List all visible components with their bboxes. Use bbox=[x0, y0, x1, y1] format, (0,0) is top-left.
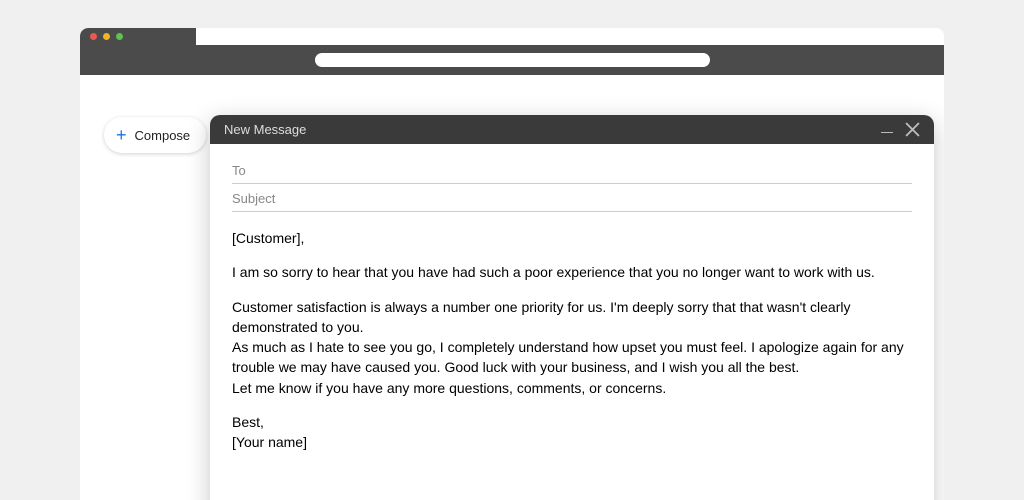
window-close-dot[interactable] bbox=[90, 33, 97, 40]
plus-icon: + bbox=[116, 126, 127, 144]
email-p1: I am so sorry to hear that you have had … bbox=[232, 262, 912, 282]
window-maximize-dot[interactable] bbox=[116, 33, 123, 40]
compose-label: Compose bbox=[135, 128, 191, 143]
to-field[interactable]: To bbox=[232, 156, 912, 184]
window-minimize-dot[interactable] bbox=[103, 33, 110, 40]
email-p2c: Let me know if you have any more questio… bbox=[232, 378, 912, 398]
email-body[interactable]: [Customer], I am so sorry to hear that y… bbox=[232, 228, 912, 453]
to-label: To bbox=[232, 163, 246, 178]
close-icon[interactable] bbox=[905, 122, 920, 137]
email-signoff: Best, bbox=[232, 412, 912, 432]
subject-label: Subject bbox=[232, 191, 275, 206]
browser-toolbar bbox=[80, 45, 944, 75]
window-controls bbox=[90, 33, 123, 40]
browser-window: + Compose New Message To Subject bbox=[80, 28, 944, 500]
compose-button[interactable]: + Compose bbox=[104, 117, 206, 153]
modal-title: New Message bbox=[224, 122, 306, 137]
email-signature: [Your name] bbox=[232, 432, 912, 452]
email-p2b: As much as I hate to see you go, I compl… bbox=[232, 337, 912, 378]
subject-field[interactable]: Subject bbox=[232, 184, 912, 212]
email-greeting: [Customer], bbox=[232, 228, 912, 248]
modal-header-actions bbox=[881, 122, 920, 137]
modal-body: To Subject [Customer], I am so sorry to … bbox=[210, 144, 934, 500]
content-area: + Compose New Message To Subject bbox=[80, 75, 944, 499]
address-bar[interactable] bbox=[315, 53, 710, 67]
minimize-icon[interactable] bbox=[881, 132, 893, 134]
modal-header[interactable]: New Message bbox=[210, 115, 934, 144]
new-message-modal: New Message To Subject [Customer], I bbox=[210, 115, 934, 500]
tab-bar bbox=[80, 28, 196, 46]
email-p2a: Customer satisfaction is always a number… bbox=[232, 297, 912, 338]
